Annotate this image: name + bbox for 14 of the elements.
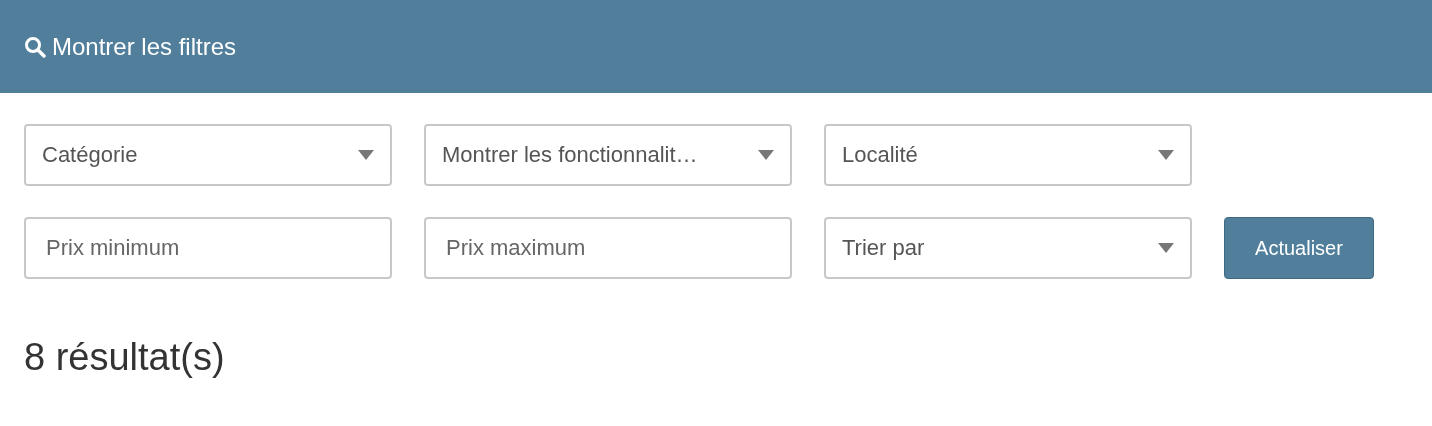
show-filters-link[interactable]: Montrer les filtres [24, 32, 237, 61]
caret-icon [1158, 243, 1174, 253]
input-field[interactable]: Prix maximum [424, 217, 792, 279]
caret-icon [758, 150, 774, 160]
caret-icon [1158, 150, 1174, 160]
dropdown[interactable]: Catégorie [24, 124, 392, 186]
refresh-button[interactable]: Actualiser [1224, 217, 1374, 279]
dropdown[interactable]: Localité [824, 124, 1192, 186]
search-icon [24, 35, 46, 58]
dropdown[interactable]: Montrer les fonctionnalit… [424, 124, 792, 186]
input-field[interactable]: Prix minimum [24, 217, 392, 279]
dropdown[interactable]: Trier par [824, 217, 1192, 279]
caret-icon [358, 150, 374, 160]
result-count: 8 résultat(s) [24, 336, 225, 379]
